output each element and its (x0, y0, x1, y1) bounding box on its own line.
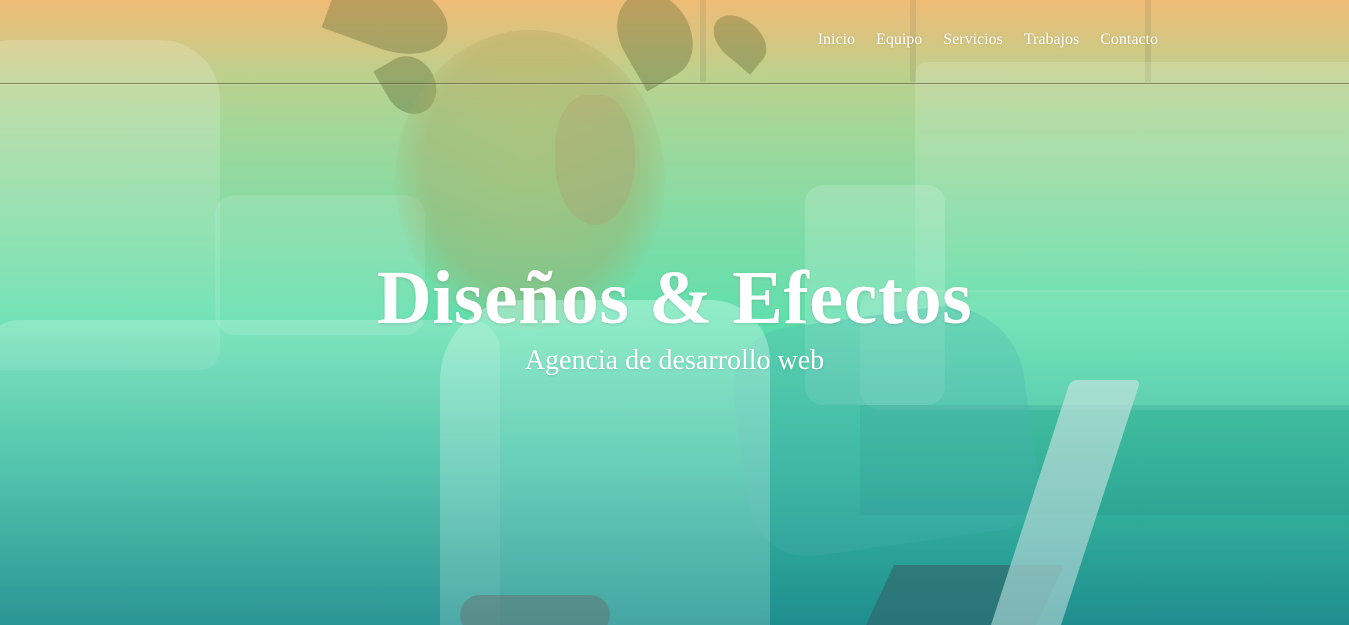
nav-link-equipo[interactable]: Equipo (876, 31, 922, 49)
hero-text: Diseños & Efectos Agencia de desarrollo … (0, 252, 1349, 378)
main-nav: Inicio Equipo Servicios Trabajos Contact… (818, 31, 1158, 49)
hero-subtitle: Agencia de desarrollo web (524, 345, 825, 376)
nav-link-trabajos[interactable]: Trabajos (1024, 31, 1079, 49)
hero-title: Diseños & Efectos (376, 256, 973, 340)
nav-link-contacto[interactable]: Contacto (1100, 31, 1158, 49)
nav-link-servicios[interactable]: Servicios (943, 31, 1003, 49)
site-header: Inicio Equipo Servicios Trabajos Contact… (0, 0, 1349, 84)
nav-link-inicio[interactable]: Inicio (818, 31, 855, 49)
hero-section: Inicio Equipo Servicios Trabajos Contact… (0, 0, 1349, 625)
